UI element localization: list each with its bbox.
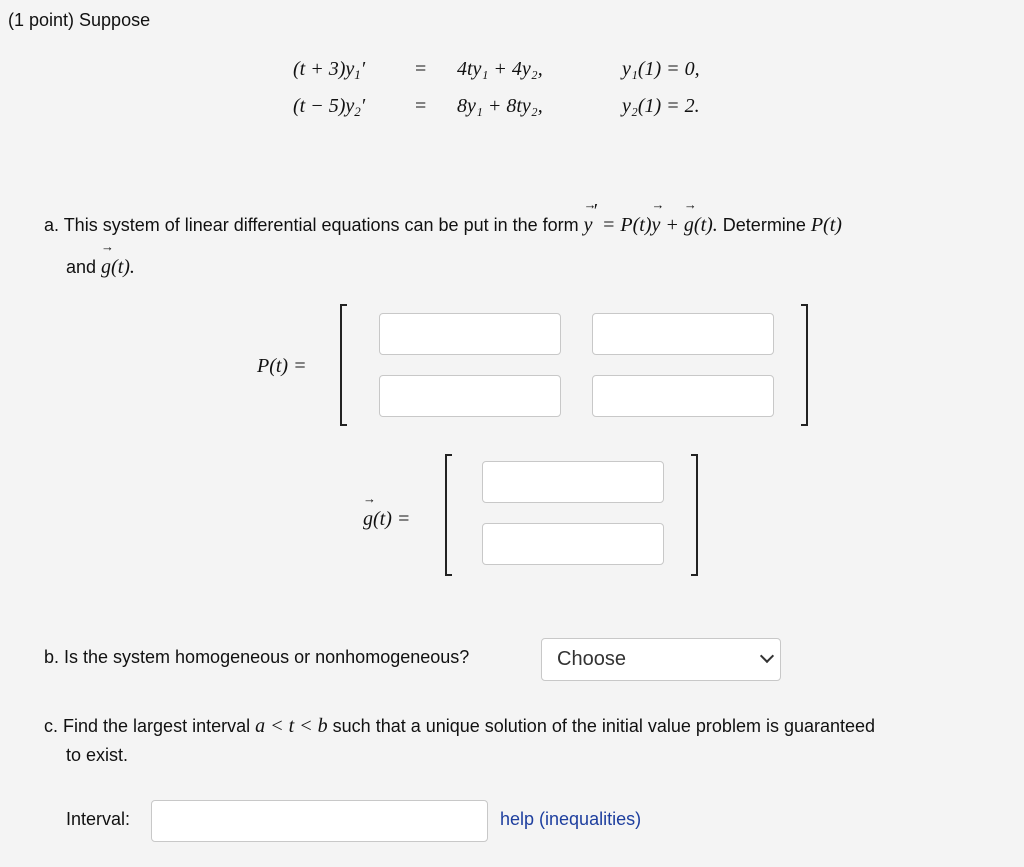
interval-label: Interval: (66, 809, 131, 829)
g-right-bracket (691, 454, 698, 576)
eq2-rhs: 8y₁ + 8ty₂, (457, 95, 543, 117)
select-value: Choose (557, 648, 626, 670)
part-c-text-line2: to exist. (66, 745, 129, 765)
homogeneity-select[interactable]: Choose (541, 638, 781, 681)
g-vector-label: g(t) = (363, 491, 410, 531)
eq1-ic: y₁(1) = 0, (622, 58, 700, 80)
part-a-text: a. This system of linear differential eq… (44, 197, 842, 237)
interval-input[interactable] (151, 800, 488, 842)
eq1-equals: = (415, 58, 427, 80)
part-b-text: b. Is the system homogeneous or nonhomog… (44, 647, 470, 667)
p-entry-22[interactable] (592, 375, 774, 417)
eq2-ic: y₂(1) = 2. (622, 95, 700, 117)
problem-header: (1 point) Suppose (8, 10, 151, 30)
p-entry-12[interactable] (592, 313, 774, 355)
help-inequalities-link[interactable]: help (inequalities) (500, 809, 641, 830)
g-entry-1[interactable] (482, 461, 664, 503)
g-entry-2[interactable] (482, 523, 664, 565)
p-left-bracket (340, 304, 347, 426)
eq1-rhs: 4ty₁ + 4y₂, (457, 58, 543, 80)
p-right-bracket (801, 304, 808, 426)
part-a-text-line2: and g(t). (66, 239, 135, 279)
eq2-lhs: (t − 5)y2′ (293, 95, 366, 119)
p-entry-11[interactable] (379, 313, 561, 355)
eq1-lhs: (t + 3)y1′ (293, 58, 366, 82)
eq2-equals: = (415, 95, 427, 117)
g-left-bracket (445, 454, 452, 576)
p-entry-21[interactable] (379, 375, 561, 417)
chevron-down-icon (759, 648, 775, 664)
part-c-text: c. Find the largest interval a < t < b s… (44, 715, 876, 737)
p-matrix-label: P(t) = (257, 355, 307, 377)
